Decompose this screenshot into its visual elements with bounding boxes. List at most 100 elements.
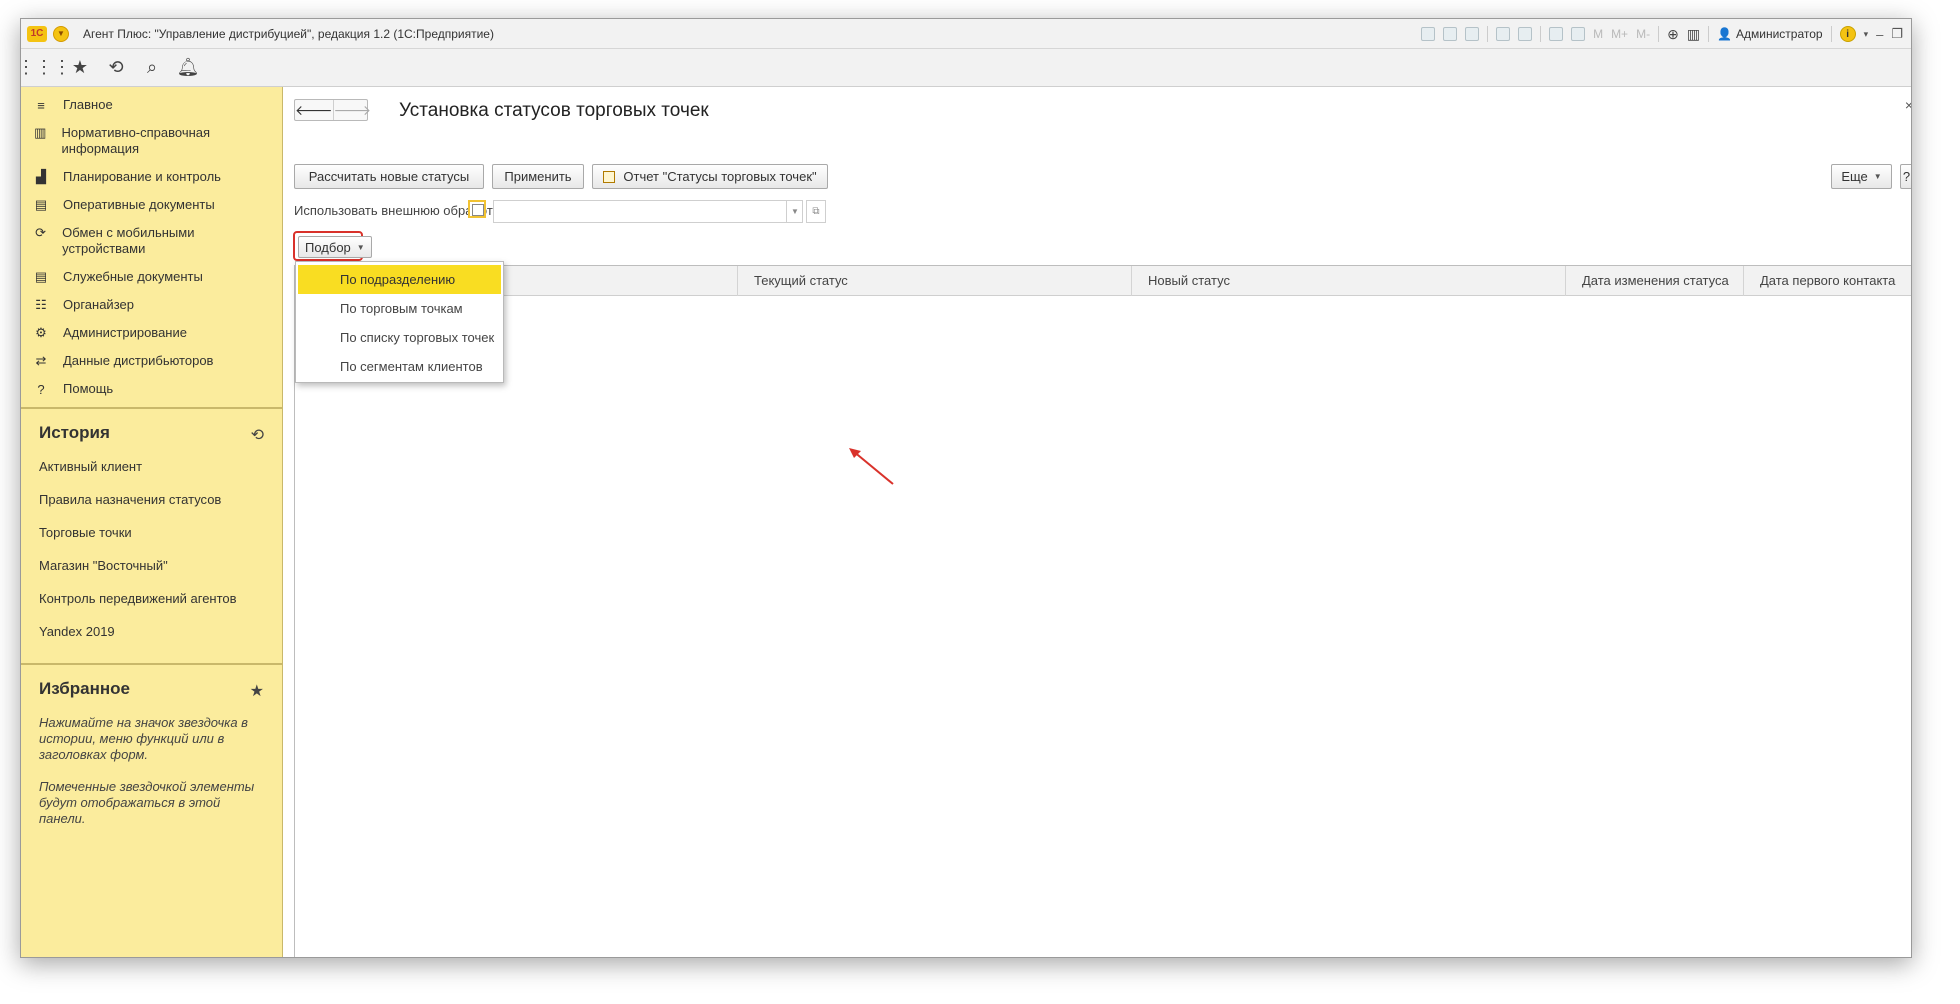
history-panel: История ⟲ Активный клиент Правила назнач… [21, 407, 282, 657]
nav-item-organizer[interactable]: ☷ Органайзер [21, 291, 282, 319]
chevron-down-icon[interactable]: ▾ [1864, 29, 1869, 40]
history-item[interactable]: Активный клиент [39, 459, 264, 492]
nav-item-label: Органайзер [63, 297, 134, 312]
nav-item-service-docs[interactable]: ▤ Служебные документы [21, 263, 282, 291]
apps-grid-icon[interactable]: ⋮⋮⋮ [21, 57, 71, 79]
organizer-icon: ☷ [35, 297, 47, 312]
history-item[interactable]: Контроль передвижений агентов [39, 591, 264, 624]
service-docs-icon: ▤ [34, 269, 48, 284]
help-button[interactable]: ? [1900, 164, 1911, 189]
link-icon[interactable] [1518, 27, 1533, 41]
menu-item-by-outlet-list[interactable]: По списку торговых точек [298, 323, 501, 352]
history-item[interactable]: Торговые точки [39, 525, 264, 558]
minimize-icon[interactable]: – [1876, 27, 1883, 42]
menu-item-by-segments[interactable]: По сегментам клиентов [298, 352, 501, 381]
chevron-down-icon: ▼ [356, 242, 365, 252]
search-icon[interactable]: ⌕ [141, 57, 163, 79]
memory-minus-button[interactable]: M- [1636, 27, 1650, 41]
panel-icon[interactable]: ▥ [1687, 26, 1700, 43]
nav-item-distributor-data[interactable]: ⇄ Данные дистрибьюторов [21, 347, 282, 375]
user-menu[interactable]: 👤 Администратор [1717, 27, 1823, 41]
podbor-button[interactable]: Подбор ▼ [298, 236, 372, 258]
attach-icon[interactable] [1496, 27, 1511, 41]
favorites-title: Избранное [39, 679, 130, 698]
column-header[interactable]: Новый статус [1131, 266, 1565, 296]
restore-icon[interactable]: ❐ [1891, 26, 1903, 42]
zoom-icon[interactable]: ⊕ [1667, 26, 1679, 43]
title-bar: 1С ▼ Агент Плюс: "Управление дистрибуцие… [21, 19, 1911, 49]
separator [1540, 26, 1542, 42]
favorites-hint: Помеченные звездочкой элементы будут ото… [39, 779, 255, 826]
external-processing-field[interactable] [493, 200, 803, 223]
podbor-dropdown-menu: По подразделению По торговым точкам По с… [295, 261, 504, 383]
back-arrow-icon[interactable]: 🡐 [295, 100, 334, 120]
nav-item-reference[interactable]: ▥ Нормативно-справочная информация [21, 119, 282, 163]
open-icon[interactable]: ⧉ [806, 200, 826, 223]
menu-item-by-outlets[interactable]: По торговым точкам [298, 294, 501, 323]
nav-item-label: Обмен с мобильными устройствами [62, 225, 195, 256]
sync-icon: ⟳ [35, 225, 47, 240]
nav-item-label: Данные дистрибьюторов [63, 353, 214, 368]
chevron-down-icon[interactable]: ▼ [786, 200, 803, 223]
history-icon[interactable]: ⟲ [105, 57, 127, 79]
separator [1658, 26, 1660, 42]
section-toolbar: ⋮⋮⋮ ★ ⟲ ⌕ 🔔︎ [21, 49, 1911, 87]
documents-icon: ▤ [34, 197, 48, 212]
more-button[interactable]: Еще ▼ [1831, 164, 1892, 189]
forward-arrow-icon[interactable]: 🡒 [334, 100, 372, 120]
left-panel: ≡ Главное ▥ Нормативно-справочная информ… [21, 87, 283, 957]
menu-item-by-department[interactable]: По подразделению [298, 265, 501, 294]
nav-item-label: Помощь [63, 381, 114, 396]
separator [1487, 26, 1489, 42]
podbor-highlight: Подбор ▼ [293, 231, 372, 261]
history-title: История [39, 423, 110, 442]
info-icon[interactable]: i [1839, 26, 1856, 42]
memory-plus-button[interactable]: M+ [1611, 27, 1628, 41]
column-header[interactable]: Дата первого контакта [1743, 266, 1911, 296]
page-title: Установка статусов торговых точек [399, 100, 709, 121]
nav-item-label: Планирование и контроль [63, 169, 221, 184]
nav-item-label: Служебные документы [63, 269, 203, 284]
nav-item-label: Администрирование [63, 325, 187, 340]
memory-button[interactable]: M [1593, 27, 1603, 41]
annotation-arrow [849, 448, 894, 485]
star-icon[interactable]: ★ [250, 681, 264, 701]
calculator-icon[interactable] [1549, 27, 1564, 41]
navigation-buttons: 🡐 🡒 [294, 99, 371, 121]
print-icon[interactable] [1443, 27, 1458, 41]
app-window: 1С ▼ Агент Плюс: "Управление дистрибуцие… [20, 18, 1912, 958]
chart-icon: ▟ [36, 169, 46, 184]
history-icon[interactable]: ⟲ [251, 425, 264, 445]
history-item[interactable]: Магазин "Восточный" [39, 558, 264, 591]
calc-statuses-button[interactable]: Рассчитать новые статусы [294, 164, 484, 189]
star-icon[interactable]: ★ [69, 57, 91, 79]
save-icon[interactable] [1421, 27, 1436, 41]
nav-item-help[interactable]: ? Помощь [21, 375, 282, 403]
preview-icon[interactable] [1465, 27, 1480, 41]
main-menu-icon[interactable]: ▼ [53, 25, 69, 42]
bell-icon[interactable]: 🔔︎ [177, 57, 200, 79]
column-header[interactable]: Дата изменения статуса [1565, 266, 1743, 296]
more-button-label: Еще [1841, 169, 1868, 184]
close-icon[interactable]: × [1905, 97, 1911, 113]
outlets-table: Текущий статус Новый статус Дата изменен… [294, 265, 1911, 957]
nav-item-main[interactable]: ≡ Главное [21, 91, 282, 119]
nav-item-mobile-exchange[interactable]: ⟳ Обмен с мобильными устройствами [21, 219, 282, 263]
history-item[interactable]: Правила назначения статусов [39, 492, 264, 525]
history-item[interactable]: Yandex 2019 [39, 624, 264, 657]
window-title: Агент Плюс: "Управление дистрибуцией", р… [83, 26, 494, 41]
question-icon: ? [37, 381, 45, 397]
nav-item-administration[interactable]: ⚙ Администрирование [21, 319, 282, 347]
external-processing-checkbox[interactable] [468, 200, 486, 218]
nav-item-operative-docs[interactable]: ▤ Оперативные документы [21, 191, 282, 219]
report-button-label: Отчет "Статусы торговых точек" [623, 169, 817, 184]
favorites-panel: Избранное ★ Нажимайте на значок звездочк… [21, 663, 282, 827]
apply-button[interactable]: Применить [492, 164, 584, 189]
report-button[interactable]: Отчет "Статусы торговых точек" [592, 164, 828, 189]
chevron-down-icon: ▼ [1873, 172, 1882, 181]
nav-item-planning[interactable]: ▟ Планирование и контроль [21, 163, 282, 191]
form-area: 🡐 🡒 Установка статусов торговых точек × … [284, 87, 1911, 957]
calendar-icon[interactable] [1571, 27, 1586, 41]
column-header[interactable]: Текущий статус [737, 266, 1131, 296]
podbor-label: Подбор [305, 239, 351, 255]
